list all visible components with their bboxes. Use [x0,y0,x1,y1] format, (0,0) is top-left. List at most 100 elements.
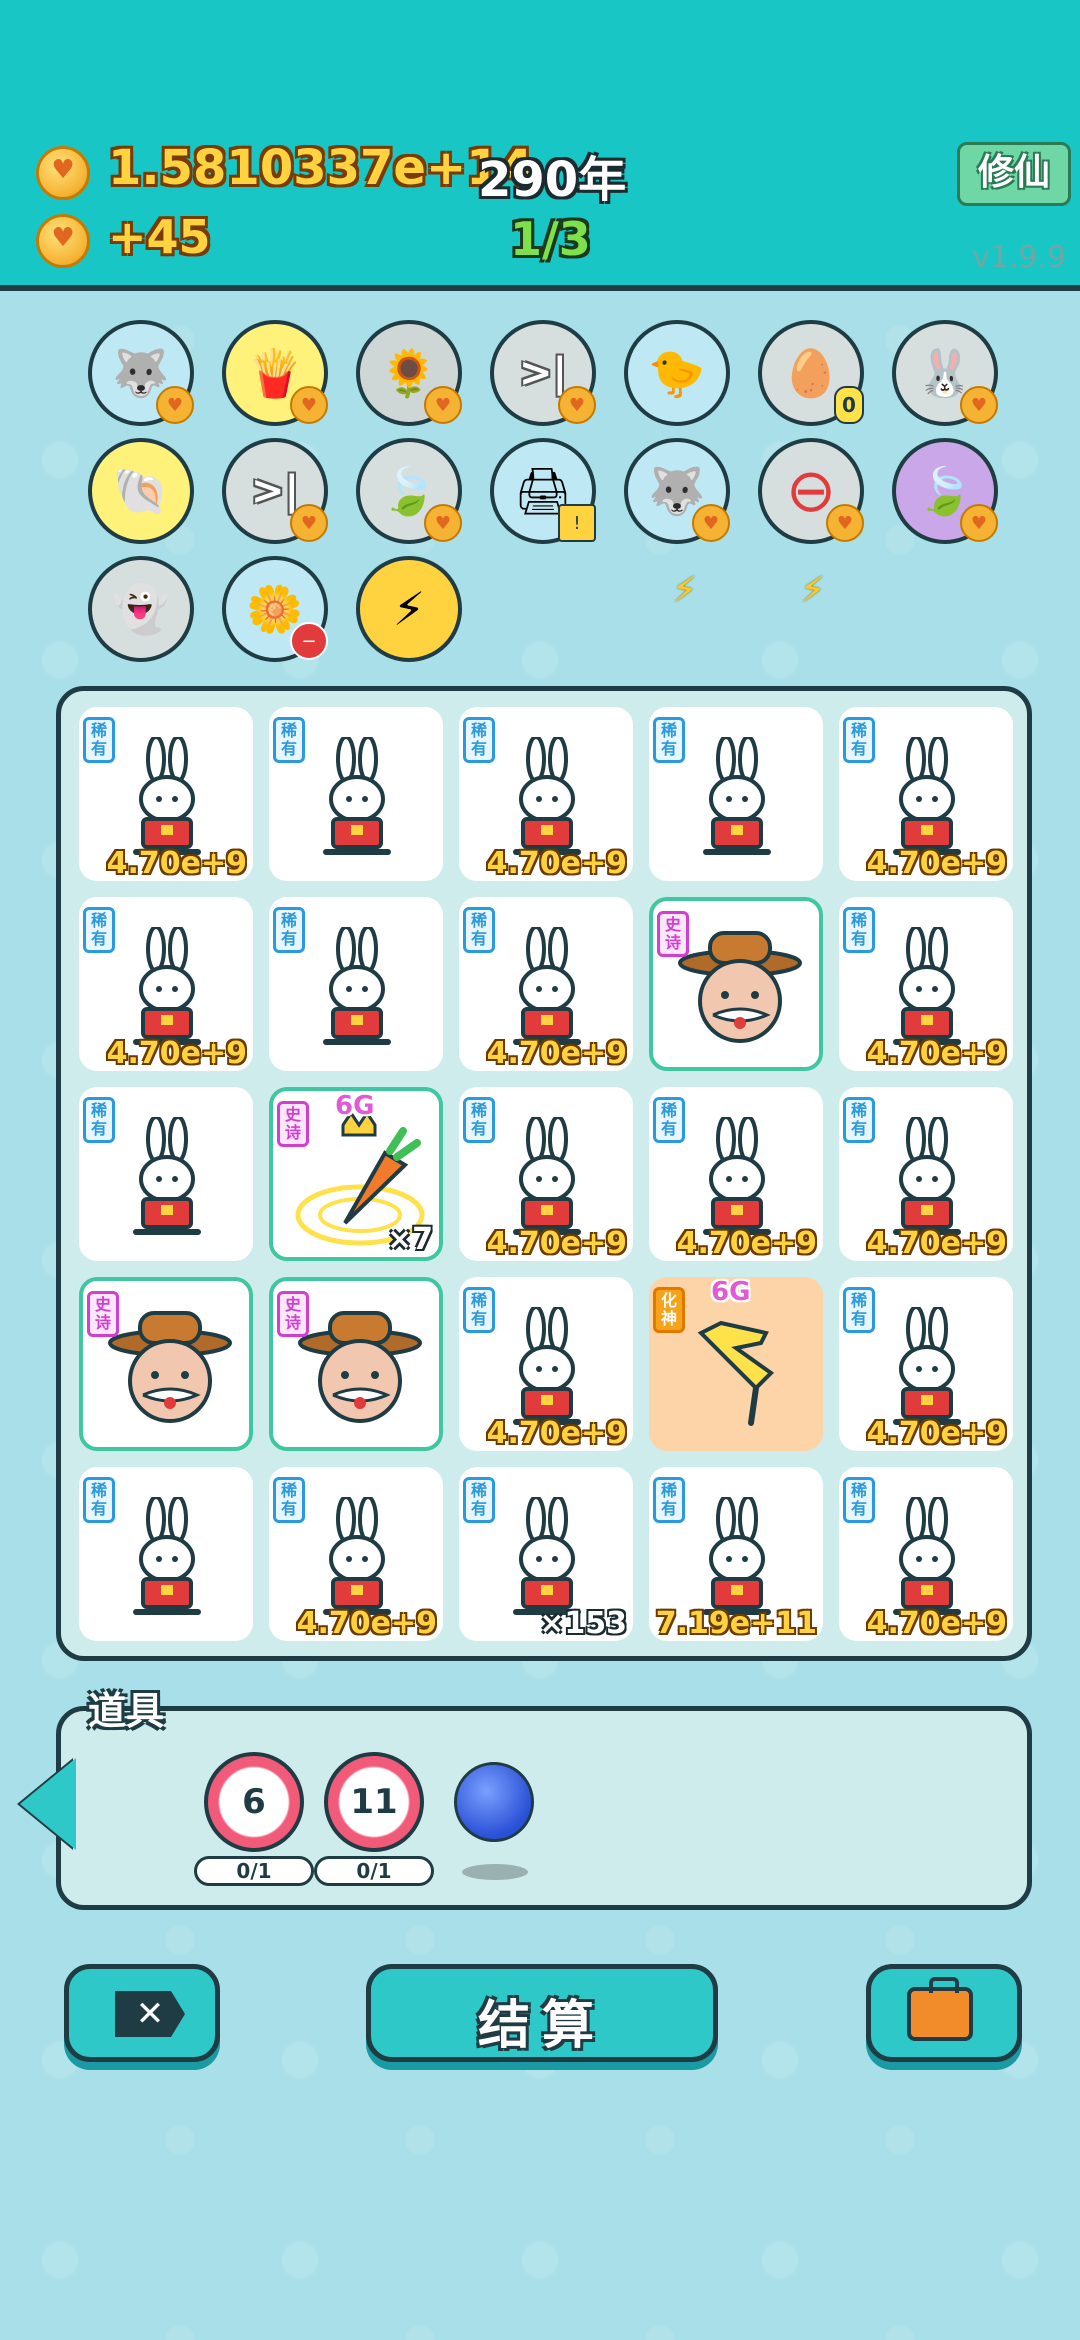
top-hud: 1.5810337e+14 290年 +45 1/3 修仙 v1.9.9 [0,0,1080,291]
fries-icon[interactable]: 🍟 ♥ [222,320,328,426]
tier-label: 6G [711,1277,751,1307]
grid-cell-bunny[interactable]: 稀有 4.70e+9 [79,897,253,1071]
item-ball-6[interactable]: 6 [204,1752,304,1852]
item-ball-11[interactable]: 11 [324,1752,424,1852]
grid-cell-bunny[interactable]: 稀有 4.70e+9 [839,1467,1013,1641]
tier-label: 6G [335,1091,375,1121]
grid-cell-bunny[interactable]: 稀有 4.70e+9 [839,1087,1013,1261]
rarity-tag: 稀有 [653,717,685,763]
grid-cell-bunny[interactable]: 稀有 4.70e+9 [459,707,633,881]
ghost-icon[interactable]: 👻 [88,556,194,662]
rarity-tag: 稀有 [843,1477,875,1523]
income-coin-icon [36,214,90,268]
egg-carton-icon[interactable]: 🥚 0 [758,320,864,426]
settle-label: 结算 [477,1996,606,2056]
grid-cell-bunny[interactable]: 稀有 4.70e+9 [459,1277,633,1451]
cell-value: 4.70e+9 [106,1036,247,1071]
rarity-tag: 稀有 [463,907,495,953]
warning-badge-icon: ! [558,504,596,542]
settle-button[interactable]: 结算 [366,1964,718,2062]
husky-icon[interactable]: 🐺 ♥ [624,438,730,544]
coin-badge-icon: ♥ [156,386,194,424]
farmer-icon [295,1303,425,1433]
sunflower-icon[interactable]: 🌻 ♥ [356,320,462,426]
coin-total: 1.5810337e+14 [108,140,533,196]
cell-value: 4.70e+9 [866,1416,1007,1451]
discard-button[interactable]: ✕ [64,1964,220,2062]
cell-value: 4.70e+9 [486,1226,627,1261]
printer-icon[interactable]: 🖨! [490,438,596,544]
coin-badge-icon: ♥ [424,386,462,424]
grid-cell-bunny[interactable]: 稀有 [269,897,443,1071]
coin-icon [36,146,90,200]
cell-value: 4.70e+9 [106,846,247,881]
rarity-tag: 稀有 [653,1097,685,1143]
husky-icon[interactable]: 🐺 ♥ [88,320,194,426]
grid-cell-bunny[interactable]: 稀有 4.70e+9 [839,707,1013,881]
rarity-tag: 稀有 [83,907,115,953]
rarity-tag: 化神 [653,1287,685,1333]
grid-cell-bunny[interactable]: 稀有 4.70e+9 [839,897,1013,1071]
rarity-tag: 稀有 [273,907,305,953]
grid-cell-bunny[interactable]: 稀有 4.70e+9 [459,1087,633,1261]
shell-icon[interactable]: 🐚 [88,438,194,544]
flower-pot-icon[interactable]: 🌼 − [222,556,328,662]
rarity-tag: 稀有 [653,1477,685,1523]
grid-cell-bunny[interactable]: 稀有 7.19e+11 [649,1467,823,1641]
skip-icon-glyph: >| [518,350,568,396]
blueberry-icon[interactable] [454,1762,534,1842]
grid-cell-bunny[interactable]: 稀有 [79,1467,253,1641]
minus-circle-icon[interactable]: ⊖ ♥ [758,438,864,544]
rarity-tag: 稀有 [463,1097,495,1143]
cell-value: 4.70e+9 [486,846,627,881]
grid-cell-farmer[interactable]: 史诗 [79,1277,253,1451]
item-count-11: 0/1 [314,1856,434,1886]
chick-egg-icon-glyph: 🐤 [648,345,706,400]
grid-cell-farmer[interactable]: 史诗 [649,897,823,1071]
grid-cell-carrot[interactable]: 史诗 6G ×7 [269,1087,443,1261]
close-icon: ✕ [115,1991,185,2037]
cell-value: ×7 [386,1222,433,1257]
rarity-tag: 稀有 [463,717,495,763]
rarity-tag: 稀有 [273,1477,305,1523]
grid-cell-bunny[interactable]: 稀有 [269,707,443,881]
rarity-tag: 稀有 [463,1477,495,1523]
rarity-tag: 稀有 [843,1097,875,1143]
cell-value: 4.70e+9 [486,1036,627,1071]
rarity-tag: 稀有 [83,1097,115,1143]
grid-cell-bunny[interactable]: 稀有 [79,1087,253,1261]
grid-cell-bunny[interactable]: 稀有 4.70e+9 [649,1087,823,1261]
cell-value: ×153 [539,1606,627,1641]
grid-cell-bunny[interactable]: 稀有 4.70e+9 [459,897,633,1071]
grid-cell-bunny[interactable]: 稀有 4.70e+9 [839,1277,1013,1451]
income-rate: +45 [108,210,211,264]
chick-egg-icon[interactable]: 🐤 [624,320,730,426]
grid-cell-hand[interactable]: 化神 6G [649,1277,823,1451]
grid-cell-bunny[interactable]: 稀有 4.70e+9 [79,707,253,881]
items-title: 道具 [88,1689,165,1733]
coin-badge-icon: ♥ [290,386,328,424]
grid-cell-bunny[interactable]: 稀有 ×153 [459,1467,633,1641]
coin-badge-icon: ♥ [290,504,328,542]
rarity-tag: 稀有 [83,1477,115,1523]
rarity-tag: 史诗 [87,1291,119,1337]
grid-cell-bunny[interactable]: 稀有 [649,707,823,881]
rarity-tag: 稀有 [463,1287,495,1333]
grid-cell-farmer[interactable]: 史诗 [269,1277,443,1451]
bunny-icon [313,925,403,1057]
grid-cell-bunny[interactable]: 稀有 4.70e+9 [269,1467,443,1641]
leaf-icon[interactable]: 🍃 ♥ [356,438,462,544]
bunny-icon [313,735,403,867]
skip-icon[interactable]: >| ♥ [490,320,596,426]
lightning-icon[interactable]: ⚡ [356,556,462,662]
coin-badge-icon: ♥ [960,504,998,542]
skip-icon[interactable]: >| ♥ [222,438,328,544]
shell-icon-glyph: 🐚 [112,463,170,518]
bag-button[interactable] [866,1964,1022,2062]
rarity-tag: 稀有 [273,717,305,763]
back-arrow-icon[interactable] [20,1758,76,1850]
leaf-icon[interactable]: 🍃 ♥ [892,438,998,544]
skip-icon-glyph: >| [250,468,300,514]
xiuxian-button[interactable]: 修仙 [957,142,1071,206]
bunny-icon[interactable]: 🐰 ♥ [892,320,998,426]
